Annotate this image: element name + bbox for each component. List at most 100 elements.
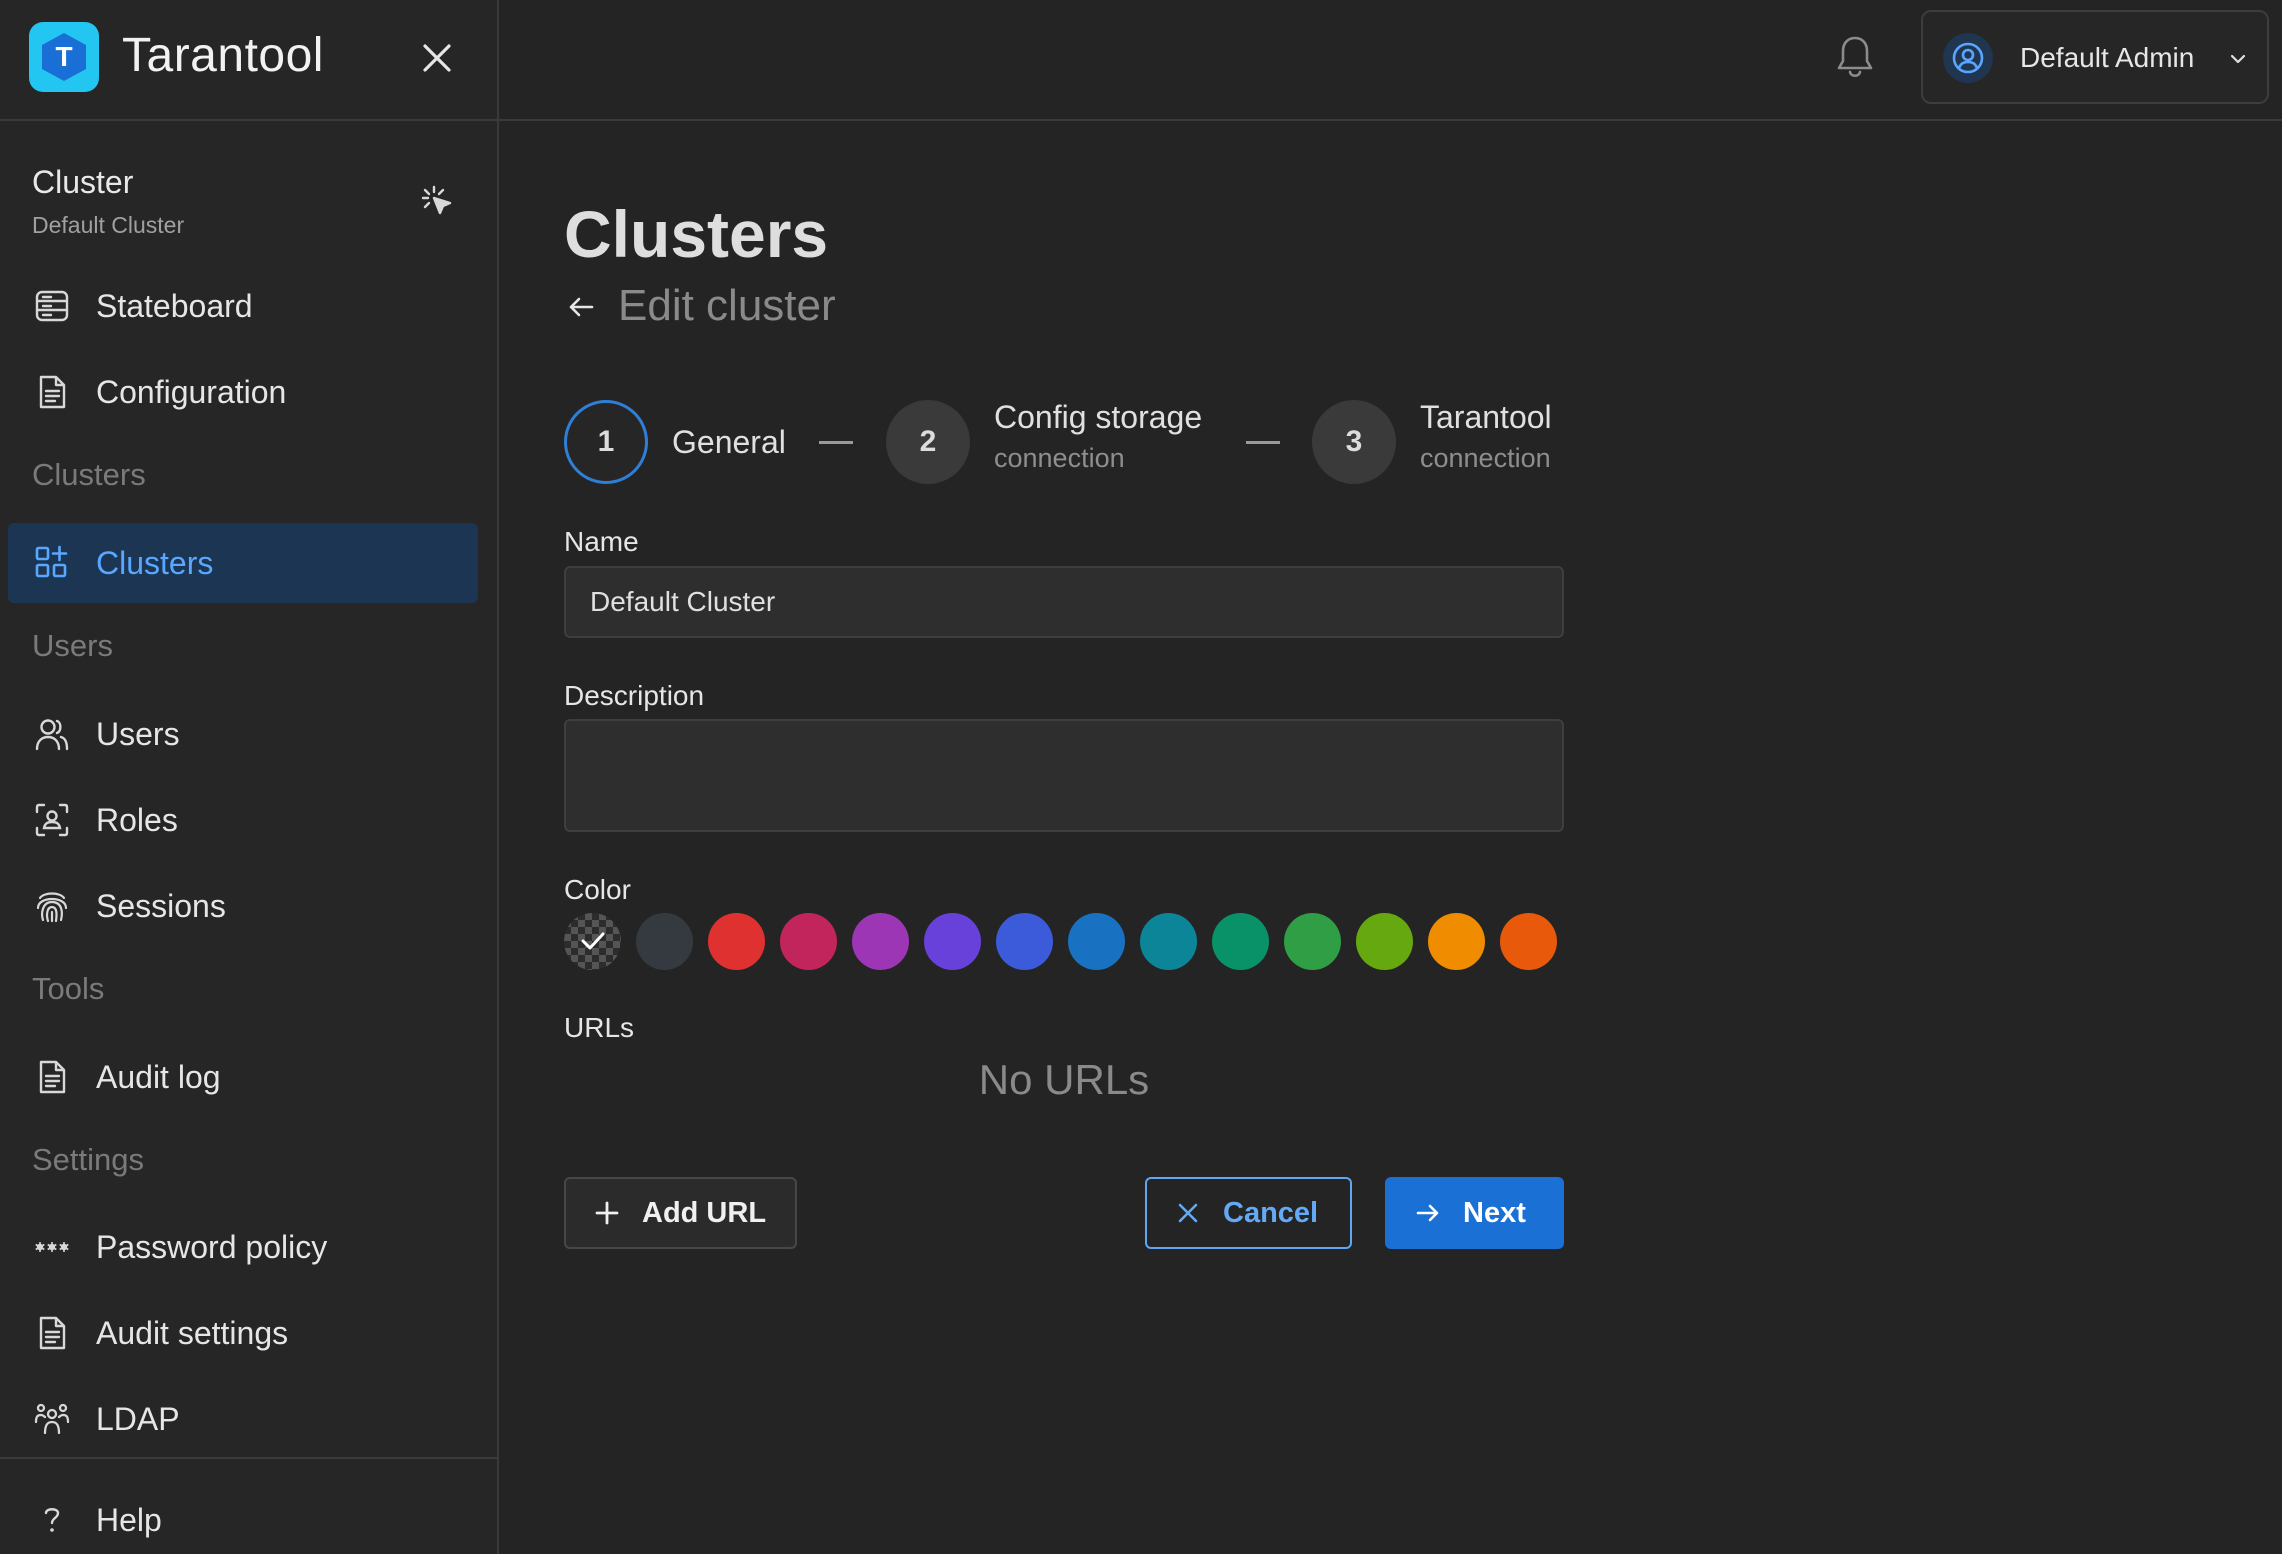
cancel-label: Cancel <box>1223 1196 1319 1229</box>
color-swatch[interactable] <box>1068 913 1125 970</box>
password-icon <box>35 1242 69 1252</box>
sidebar-item-audit-log[interactable]: Audit log <box>8 1037 478 1117</box>
color-swatch-transparent[interactable] <box>564 913 621 970</box>
brand-name: Tarantool <box>122 29 324 82</box>
add-url-button[interactable]: Add URL <box>564 1177 797 1249</box>
add-url-label: Add URL <box>642 1196 767 1229</box>
document-icon <box>39 1316 66 1350</box>
user-name: Default Admin <box>2020 42 2195 73</box>
sidebar-item-label: Sessions <box>96 887 226 924</box>
step-3-title: Tarantool <box>1420 399 1552 435</box>
sidebar-item-label: Roles <box>96 801 178 838</box>
sidebar-item-roles[interactable]: Roles <box>8 780 478 860</box>
document-icon <box>39 1060 66 1094</box>
color-swatch[interactable] <box>708 913 765 970</box>
name-label: Name <box>564 526 639 557</box>
sidebar-item-password-policy[interactable]: Password policy <box>8 1207 478 1287</box>
step-1-title: General <box>672 424 786 460</box>
step-number: 2 <box>919 425 937 458</box>
chevron-down-icon <box>2230 54 2246 64</box>
brand-header: T Tarantool <box>0 0 497 121</box>
logo-letter: T <box>55 41 73 72</box>
step-connector <box>819 441 853 444</box>
empty-urls-message: No URLs <box>978 1056 1150 1103</box>
cluster-selector[interactable]: Cluster Default Cluster <box>0 150 497 250</box>
sidebar-item-label: Clusters <box>96 544 214 581</box>
database-icon <box>35 290 69 322</box>
dashboard-icon <box>35 545 68 578</box>
next-label: Next <box>1463 1196 1526 1229</box>
step-number: 3 <box>1345 425 1363 458</box>
section-heading-clusters: Clusters <box>32 457 146 492</box>
color-swatch[interactable] <box>996 913 1053 970</box>
color-swatch[interactable] <box>924 913 981 970</box>
selector-icon <box>421 185 452 215</box>
plus-icon <box>595 1201 619 1225</box>
page-title: Clusters <box>564 197 829 271</box>
sidebar-item-label: Audit log <box>96 1058 221 1095</box>
sidebar-item-label: LDAP <box>96 1400 180 1437</box>
sidebar-item-stateboard[interactable]: Stateboard <box>8 266 478 346</box>
close-icon[interactable] <box>417 38 457 78</box>
step-1-circle[interactable]: 1 <box>564 400 648 484</box>
description-textarea[interactable] <box>564 719 1564 832</box>
color-swatch[interactable] <box>1356 913 1413 970</box>
sidebar-item-sessions[interactable]: Sessions <box>8 866 478 946</box>
check-icon <box>581 932 605 950</box>
description-label: Description <box>564 680 705 711</box>
sidebar-item-clusters[interactable]: Clusters <box>8 523 478 603</box>
urls-label: URLs <box>564 1012 635 1043</box>
arrow-right-icon <box>1416 1204 1439 1222</box>
page-subtitle: Edit cluster <box>618 281 836 330</box>
color-swatch[interactable] <box>1500 913 1557 970</box>
sidebar-divider <box>0 1457 497 1459</box>
step-number: 1 <box>597 425 615 458</box>
users-icon <box>35 719 69 751</box>
sidebar-item-ldap[interactable]: LDAP <box>8 1379 478 1459</box>
cancel-button[interactable]: Cancel <box>1145 1177 1352 1249</box>
step-connector <box>1246 441 1280 444</box>
close-icon <box>1178 1203 1198 1223</box>
color-swatch[interactable] <box>852 913 909 970</box>
sidebar-item-users[interactable]: Users <box>8 694 478 774</box>
user-menu-button[interactable]: Default Admin <box>1921 10 2269 104</box>
users-group-icon <box>34 1403 70 1435</box>
step-3-circle[interactable]: 3 <box>1312 400 1396 484</box>
cluster-selector-value: Default Cluster <box>32 212 185 238</box>
color-swatch[interactable] <box>1212 913 1269 970</box>
color-label: Color <box>564 874 631 905</box>
color-swatch[interactable] <box>1140 913 1197 970</box>
sidebar-item-label: Audit settings <box>96 1314 289 1351</box>
section-heading-settings: Settings <box>32 1142 145 1177</box>
step-3-subtitle: connection <box>1420 443 1551 473</box>
color-swatch[interactable] <box>780 913 837 970</box>
color-picker <box>564 913 1564 971</box>
step-2-circle[interactable]: 2 <box>886 400 970 484</box>
step-2-title: Config storage <box>994 399 1203 435</box>
sidebar-item-label: Users <box>96 715 180 752</box>
color-swatch[interactable] <box>636 913 693 970</box>
color-swatch[interactable] <box>1284 913 1341 970</box>
section-heading-tools: Tools <box>32 971 105 1006</box>
sidebar-item-label: Configuration <box>96 373 287 410</box>
help-icon <box>44 1508 60 1532</box>
sidebar-item-configuration[interactable]: Configuration <box>8 352 478 432</box>
color-swatch[interactable] <box>1428 913 1485 970</box>
avatar <box>1943 33 1993 83</box>
user-circle-icon <box>1952 42 1984 74</box>
back-arrow-icon[interactable] <box>566 292 596 322</box>
sidebar-item-audit-settings[interactable]: Audit settings <box>8 1293 478 1373</box>
cluster-selector-title: Cluster <box>32 164 134 200</box>
sidebar-item-label: Help <box>96 1501 162 1538</box>
sidebar-item-help[interactable]: Help <box>8 1480 478 1554</box>
user-scan-icon <box>35 803 69 837</box>
next-button[interactable]: Next <box>1385 1177 1564 1249</box>
step-2-subtitle: connection <box>994 443 1125 473</box>
tarantool-logo: T <box>29 22 99 92</box>
bell-icon[interactable] <box>1834 34 1876 80</box>
name-input[interactable] <box>564 566 1564 638</box>
sidebar-item-label: Password policy <box>96 1228 328 1265</box>
sidebar: T Tarantool Cluster Default Cluster Stat… <box>0 0 499 1554</box>
document-icon <box>39 375 66 409</box>
sidebar-item-label: Stateboard <box>96 287 253 324</box>
